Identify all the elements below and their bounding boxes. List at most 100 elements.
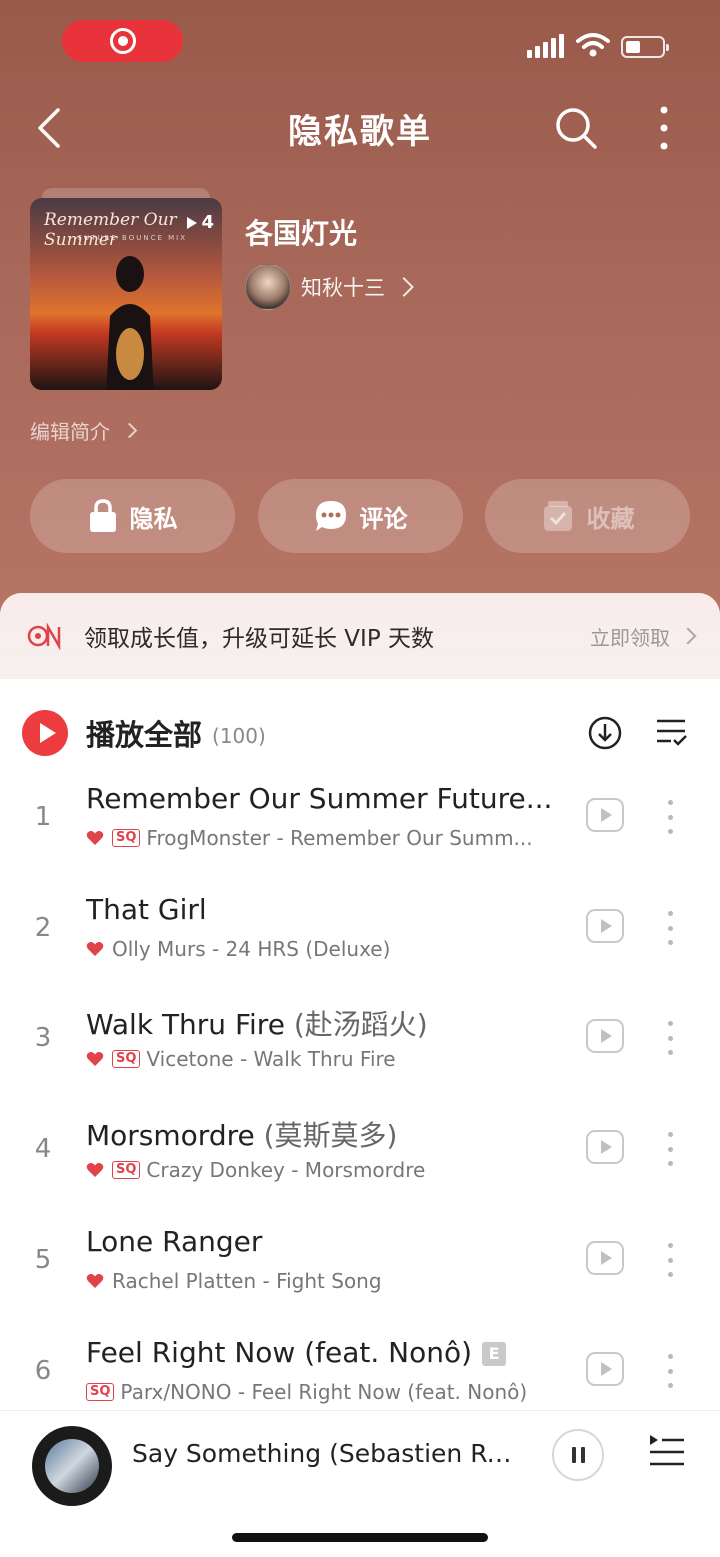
play-all-row[interactable]: 播放全部 (100)	[0, 705, 720, 761]
sq-badge: SQ	[112, 1161, 141, 1179]
vip-banner[interactable]: 领取成长值，升级可延长 VIP 天数 立即领取	[0, 593, 720, 679]
edit-description-link[interactable]: 编辑简介	[30, 416, 138, 445]
vip-claim-label: 立即领取	[590, 625, 670, 650]
song-artist-album: Olly Murs - 24 HRS (Deluxe)	[112, 937, 391, 961]
more-vertical-icon[interactable]	[660, 1132, 680, 1166]
explicit-badge: E	[482, 1342, 507, 1366]
mv-play-icon[interactable]	[586, 1241, 624, 1275]
song-index: 1	[34, 802, 52, 832]
song-row[interactable]: 2 That Girl Olly Murs - 24 HRS (Deluxe)	[0, 881, 720, 991]
mv-play-icon[interactable]	[586, 1019, 624, 1053]
song-row[interactable]: 4 Morsmordre (莫斯莫多) SQ Crazy Donkey - Morsm…	[0, 1102, 720, 1212]
song-title-text: Morsmordre	[86, 1119, 255, 1152]
play-all-icon[interactable]	[22, 710, 68, 756]
collect-icon	[543, 501, 572, 531]
song-alias: (莫斯莫多)	[263, 1119, 398, 1152]
vip-claim-link[interactable]: 立即领取	[590, 593, 697, 679]
song-index: 5	[34, 1245, 52, 1275]
heart-icon	[86, 831, 104, 845]
cellular-signal-icon	[527, 34, 564, 58]
playlist-name: 各国灯光	[245, 217, 358, 250]
mini-player[interactable]: Say Something (Sebastien Re...	[0, 1410, 720, 1557]
song-index: 6	[34, 1356, 52, 1386]
pause-button[interactable]	[552, 1429, 604, 1481]
play-all-label: 播放全部	[86, 718, 203, 752]
cover-subtitle: FUTURE BOUNCE MIX	[78, 234, 188, 242]
song-row[interactable]: 1 Remember Our Summer Future... SQ FrogMons…	[0, 770, 720, 880]
song-meta: SQ FrogMonster - Remember Our Summ...	[86, 826, 556, 850]
song-title-text: Walk Thru Fire	[86, 1008, 285, 1041]
creator-link[interactable]: 知秋十三	[245, 264, 414, 310]
song-title-text: Feel Right Now (feat. Nonô)	[86, 1336, 473, 1369]
song-index: 3	[34, 1023, 52, 1053]
now-playing-title[interactable]: Say Something (Sebastien Re...	[132, 1435, 512, 1473]
chevron-right-icon	[679, 627, 697, 645]
song-artist-album: Vicetone - Walk Thru Fire	[146, 1047, 396, 1071]
song-title: Morsmordre (莫斯莫多)	[86, 1114, 556, 1154]
song-index: 4	[34, 1134, 52, 1164]
song-count: (100)	[212, 724, 266, 748]
song-title: Walk Thru Fire (赴汤蹈火)	[86, 1003, 556, 1043]
song-title: Feel Right Now (feat. Nonô) E	[86, 1336, 556, 1369]
more-vertical-icon[interactable]	[648, 104, 680, 152]
vip-banner-text: 领取成长值，升级可延长 VIP 天数	[84, 626, 435, 652]
comment-icon	[315, 501, 346, 531]
avatar[interactable]	[245, 264, 291, 310]
download-icon[interactable]	[587, 715, 623, 751]
more-vertical-icon[interactable]	[660, 911, 680, 945]
comment-button[interactable]: 评论	[258, 479, 463, 553]
playlist-queue-icon[interactable]	[648, 1433, 686, 1471]
song-meta: SQ Parx/NONO - Feel Right Now (feat. Nonô…	[86, 1380, 556, 1404]
edit-description-label: 编辑简介	[30, 420, 110, 444]
song-meta: Olly Murs - 24 HRS (Deluxe)	[86, 937, 556, 961]
multi-select-icon[interactable]	[654, 715, 688, 749]
mv-play-icon[interactable]	[586, 1130, 624, 1164]
song-artist-album: Crazy Donkey - Morsmordre	[146, 1158, 426, 1182]
playlist-cover[interactable]: Remember Our Summer FUTURE BOUNCE MIX 4	[30, 198, 222, 390]
song-title: That Girl	[86, 893, 556, 926]
creator-name: 知秋十三	[301, 276, 385, 300]
collect-button-label: 收藏	[586, 504, 635, 533]
comment-button-label: 评论	[359, 504, 408, 533]
vip-growth-icon	[27, 622, 61, 650]
song-title: Lone Ranger	[86, 1225, 556, 1258]
chevron-right-icon	[394, 277, 414, 297]
mv-play-icon[interactable]	[586, 1352, 624, 1386]
collect-button[interactable]: 收藏	[485, 479, 690, 553]
lock-icon	[89, 499, 116, 532]
screen-recording-indicator[interactable]	[62, 20, 183, 62]
play-count-value: 4	[201, 212, 214, 233]
song-title-text: That Girl	[86, 893, 207, 926]
song-artist-album: Rachel Platten - Fight Song	[112, 1269, 382, 1293]
more-vertical-icon[interactable]	[660, 1243, 680, 1277]
record-icon	[109, 28, 136, 54]
mv-play-icon[interactable]	[586, 798, 624, 832]
now-playing-artwork	[45, 1439, 99, 1493]
heart-icon	[86, 1052, 104, 1066]
chevron-right-icon	[121, 422, 138, 439]
song-meta: SQ Crazy Donkey - Morsmordre	[86, 1158, 556, 1182]
more-vertical-icon[interactable]	[660, 1021, 680, 1055]
more-vertical-icon[interactable]	[660, 1354, 680, 1388]
sq-badge: SQ	[86, 1383, 115, 1401]
song-title-text: Remember Our Summer Future...	[86, 782, 553, 815]
song-title: Remember Our Summer Future...	[86, 782, 556, 815]
home-indicator[interactable]	[232, 1533, 488, 1542]
song-index: 2	[34, 913, 52, 943]
song-alias: (赴汤蹈火)	[293, 1008, 428, 1041]
song-artist-album: FrogMonster - Remember Our Summ...	[146, 826, 533, 850]
more-vertical-icon[interactable]	[660, 800, 680, 834]
sq-badge: SQ	[112, 1050, 141, 1068]
wifi-icon	[576, 33, 610, 57]
song-row[interactable]: 5 Lone Ranger Rachel Platten - Fight Song	[0, 1213, 720, 1323]
mv-play-icon[interactable]	[586, 909, 624, 943]
heart-icon	[86, 942, 104, 956]
heart-icon	[86, 1274, 104, 1288]
search-icon[interactable]	[552, 104, 600, 152]
privacy-button-label: 隐私	[129, 504, 178, 533]
battery-icon	[621, 36, 669, 58]
song-row[interactable]: 3 Walk Thru Fire (赴汤蹈火) SQ Vicetone - Walk …	[0, 991, 720, 1101]
song-title-text: Lone Ranger	[86, 1225, 263, 1258]
now-playing-disc[interactable]	[32, 1426, 112, 1506]
privacy-button[interactable]: 隐私	[30, 479, 235, 553]
